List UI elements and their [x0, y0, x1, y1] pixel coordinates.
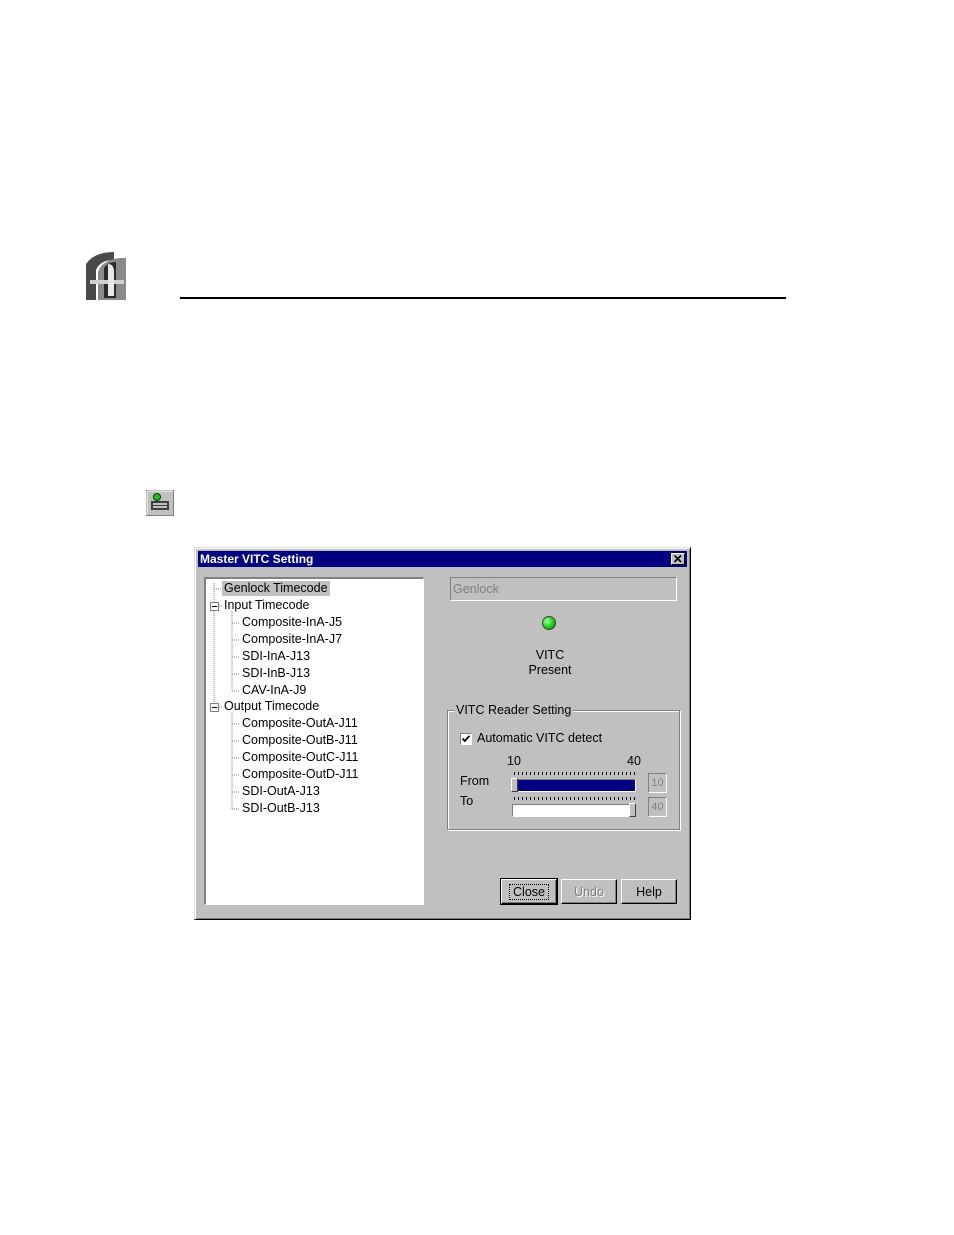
from-slider-fill	[513, 780, 635, 791]
tree-item-genlock-timecode[interactable]: Genlock Timecode	[222, 581, 330, 596]
range-min-label: 10	[507, 754, 521, 768]
company-logo-icon	[84, 250, 128, 302]
close-window-button[interactable]	[671, 553, 685, 565]
collapse-icon-input[interactable]	[210, 602, 219, 611]
to-slider-thumb[interactable]	[629, 803, 636, 817]
undo-button[interactable]: Undo	[561, 879, 617, 904]
close-button-label: Close	[509, 883, 549, 900]
close-icon	[673, 554, 682, 563]
tree-item-cav-ina-j9[interactable]: CAV-InA-J9	[242, 683, 306, 698]
to-slider-ticks	[514, 797, 635, 800]
auto-detect-checkbox[interactable]	[460, 733, 472, 745]
tree-item-composite-ina-j7[interactable]: Composite-InA-J7	[242, 632, 342, 647]
dialog-title: Master VITC Setting	[200, 552, 314, 566]
from-slider-ticks	[514, 772, 635, 775]
from-slider-thumb[interactable]	[511, 778, 518, 792]
master-vitc-setting-dialog: Master VITC Setting Genlock Timecode Inp…	[194, 547, 691, 920]
from-slider[interactable]	[512, 779, 636, 792]
header-rule	[180, 297, 786, 299]
tree-item-sdi-outb-j13[interactable]: SDI-OutB-J13	[242, 801, 320, 816]
tree-item-composite-outc-j11[interactable]: Composite-OutC-J11	[242, 750, 358, 765]
auto-detect-label[interactable]: Automatic VITC detect	[477, 731, 602, 745]
range-max-label: 40	[627, 754, 641, 768]
tree-item-composite-outb-j11[interactable]: Composite-OutB-J11	[242, 733, 358, 748]
tree-item-sdi-ina-j13[interactable]: SDI-InA-J13	[242, 649, 310, 664]
from-value-field: 10	[648, 773, 667, 793]
collapse-icon-output[interactable]	[210, 703, 219, 712]
vitc-setting-toolbar-icon[interactable]	[146, 490, 174, 516]
timecode-source-tree[interactable]: Genlock Timecode Input Timecode Composit…	[204, 577, 424, 905]
from-label: From	[460, 774, 490, 788]
tree-item-input-timecode[interactable]: Input Timecode	[224, 598, 309, 613]
tree-item-sdi-inb-j13[interactable]: SDI-InB-J13	[242, 666, 310, 681]
tree-item-sdi-outa-j13[interactable]: SDI-OutA-J13	[242, 784, 320, 799]
to-label: To	[460, 794, 474, 808]
tree-item-composite-outd-j11[interactable]: Composite-OutD-J11	[242, 767, 358, 782]
vitc-status-led-icon	[542, 616, 556, 630]
group-legend: VITC Reader Setting	[454, 703, 574, 717]
help-button[interactable]: Help	[621, 879, 677, 904]
tree-item-composite-ina-j5[interactable]: Composite-InA-J5	[242, 615, 342, 630]
vitc-status-line1: VITC	[535, 648, 565, 662]
to-slider[interactable]	[512, 804, 636, 817]
vitc-reader-setting-group: VITC Reader Setting Automatic VITC detec…	[447, 703, 680, 830]
selected-source-field: Genlock	[450, 577, 677, 601]
tree-item-output-timecode[interactable]: Output Timecode	[224, 699, 319, 714]
to-value-field: 40	[648, 797, 667, 817]
title-bar[interactable]: Master VITC Setting	[198, 551, 687, 567]
tree-item-composite-outa-j11[interactable]: Composite-OutA-J11	[242, 716, 358, 731]
vitc-status-line2: Present	[528, 663, 572, 677]
close-button[interactable]: Close	[500, 878, 558, 905]
checkmark-icon	[461, 735, 471, 743]
